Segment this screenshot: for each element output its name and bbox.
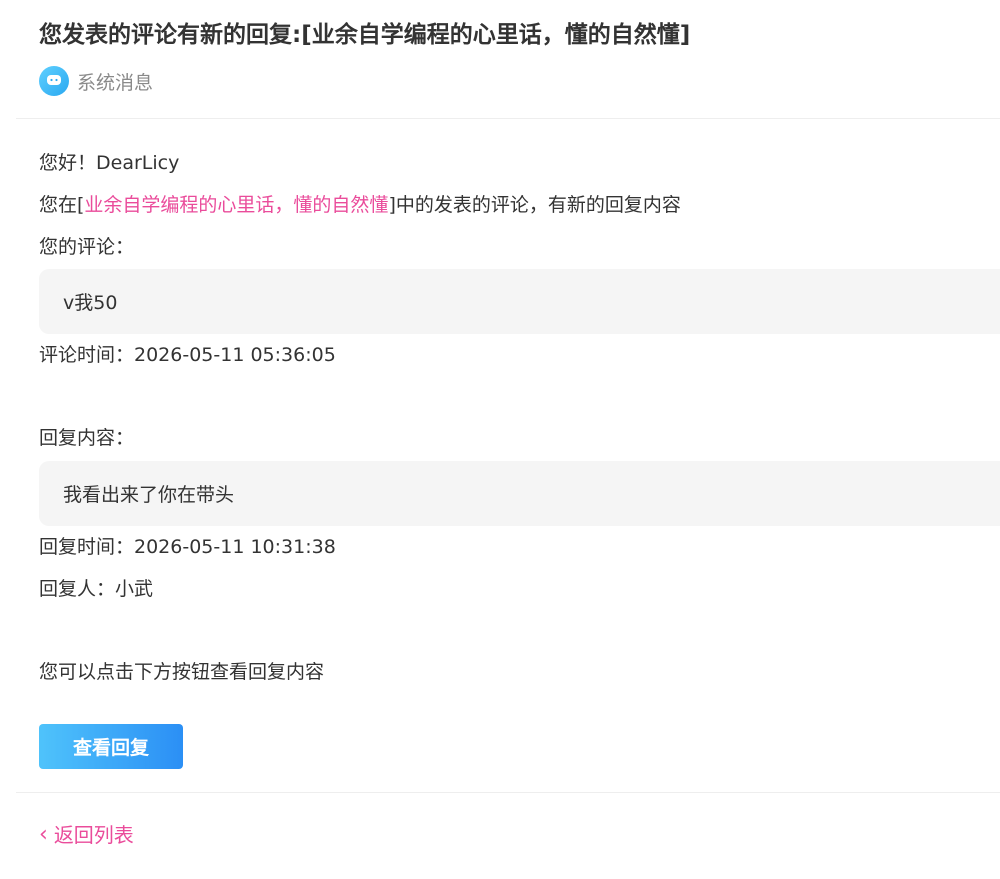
footer-divider	[16, 792, 1000, 793]
intro-text: 您在[业余自学编程的心里话，懂的自然懂]中的发表的评论，有新的回复内容	[39, 191, 681, 219]
message-header: 您发表的评论有新的回复:[业余自学编程的心里话，懂的自然懂] 系统消息	[39, 18, 1000, 96]
page-title: 您发表的评论有新的回复:[业余自学编程的心里话，懂的自然懂]	[39, 22, 691, 48]
reply-content-box: 我看出来了你在带头	[39, 461, 1000, 526]
your-comment-text: v我50	[63, 292, 118, 314]
back-to-list-link[interactable]: ‹ 返回列表	[39, 820, 134, 850]
your-comment-box: v我50	[39, 269, 1000, 334]
back-to-list-label: 返回列表	[53, 823, 134, 847]
hint-text: 您可以点击下方按钮查看回复内容	[39, 661, 325, 683]
intro-prefix: 您在[	[39, 194, 85, 216]
replier: 回复人：小武	[39, 578, 154, 600]
sender-label: 系统消息	[77, 71, 154, 94]
message-detail-page: 您发表的评论有新的回复:[业余自学编程的心里话，懂的自然懂] 系统消息 您好！D…	[0, 0, 1000, 879]
your-comment-label: 您的评论：	[39, 236, 135, 258]
reply-label: 回复内容：	[39, 427, 135, 449]
article-title-link[interactable]: 业余自学编程的心里话，懂的自然懂	[84, 194, 388, 216]
chat-bubble-icon	[39, 66, 69, 96]
reply-time: 回复时间：2026-05-11 10:31:38	[39, 536, 336, 558]
view-reply-button[interactable]: 查看回复	[39, 724, 183, 769]
sender-info: 系统消息	[39, 66, 153, 96]
header-divider	[16, 118, 1000, 119]
reply-content-text: 我看出来了你在带头	[63, 484, 235, 506]
greeting-text: 您好！DearLicy	[39, 152, 180, 174]
intro-suffix: ]中的发表的评论，有新的回复内容	[388, 194, 681, 216]
comment-time: 评论时间：2026-05-11 05:36:05	[39, 344, 336, 366]
chevron-left-icon: ‹	[39, 822, 48, 847]
